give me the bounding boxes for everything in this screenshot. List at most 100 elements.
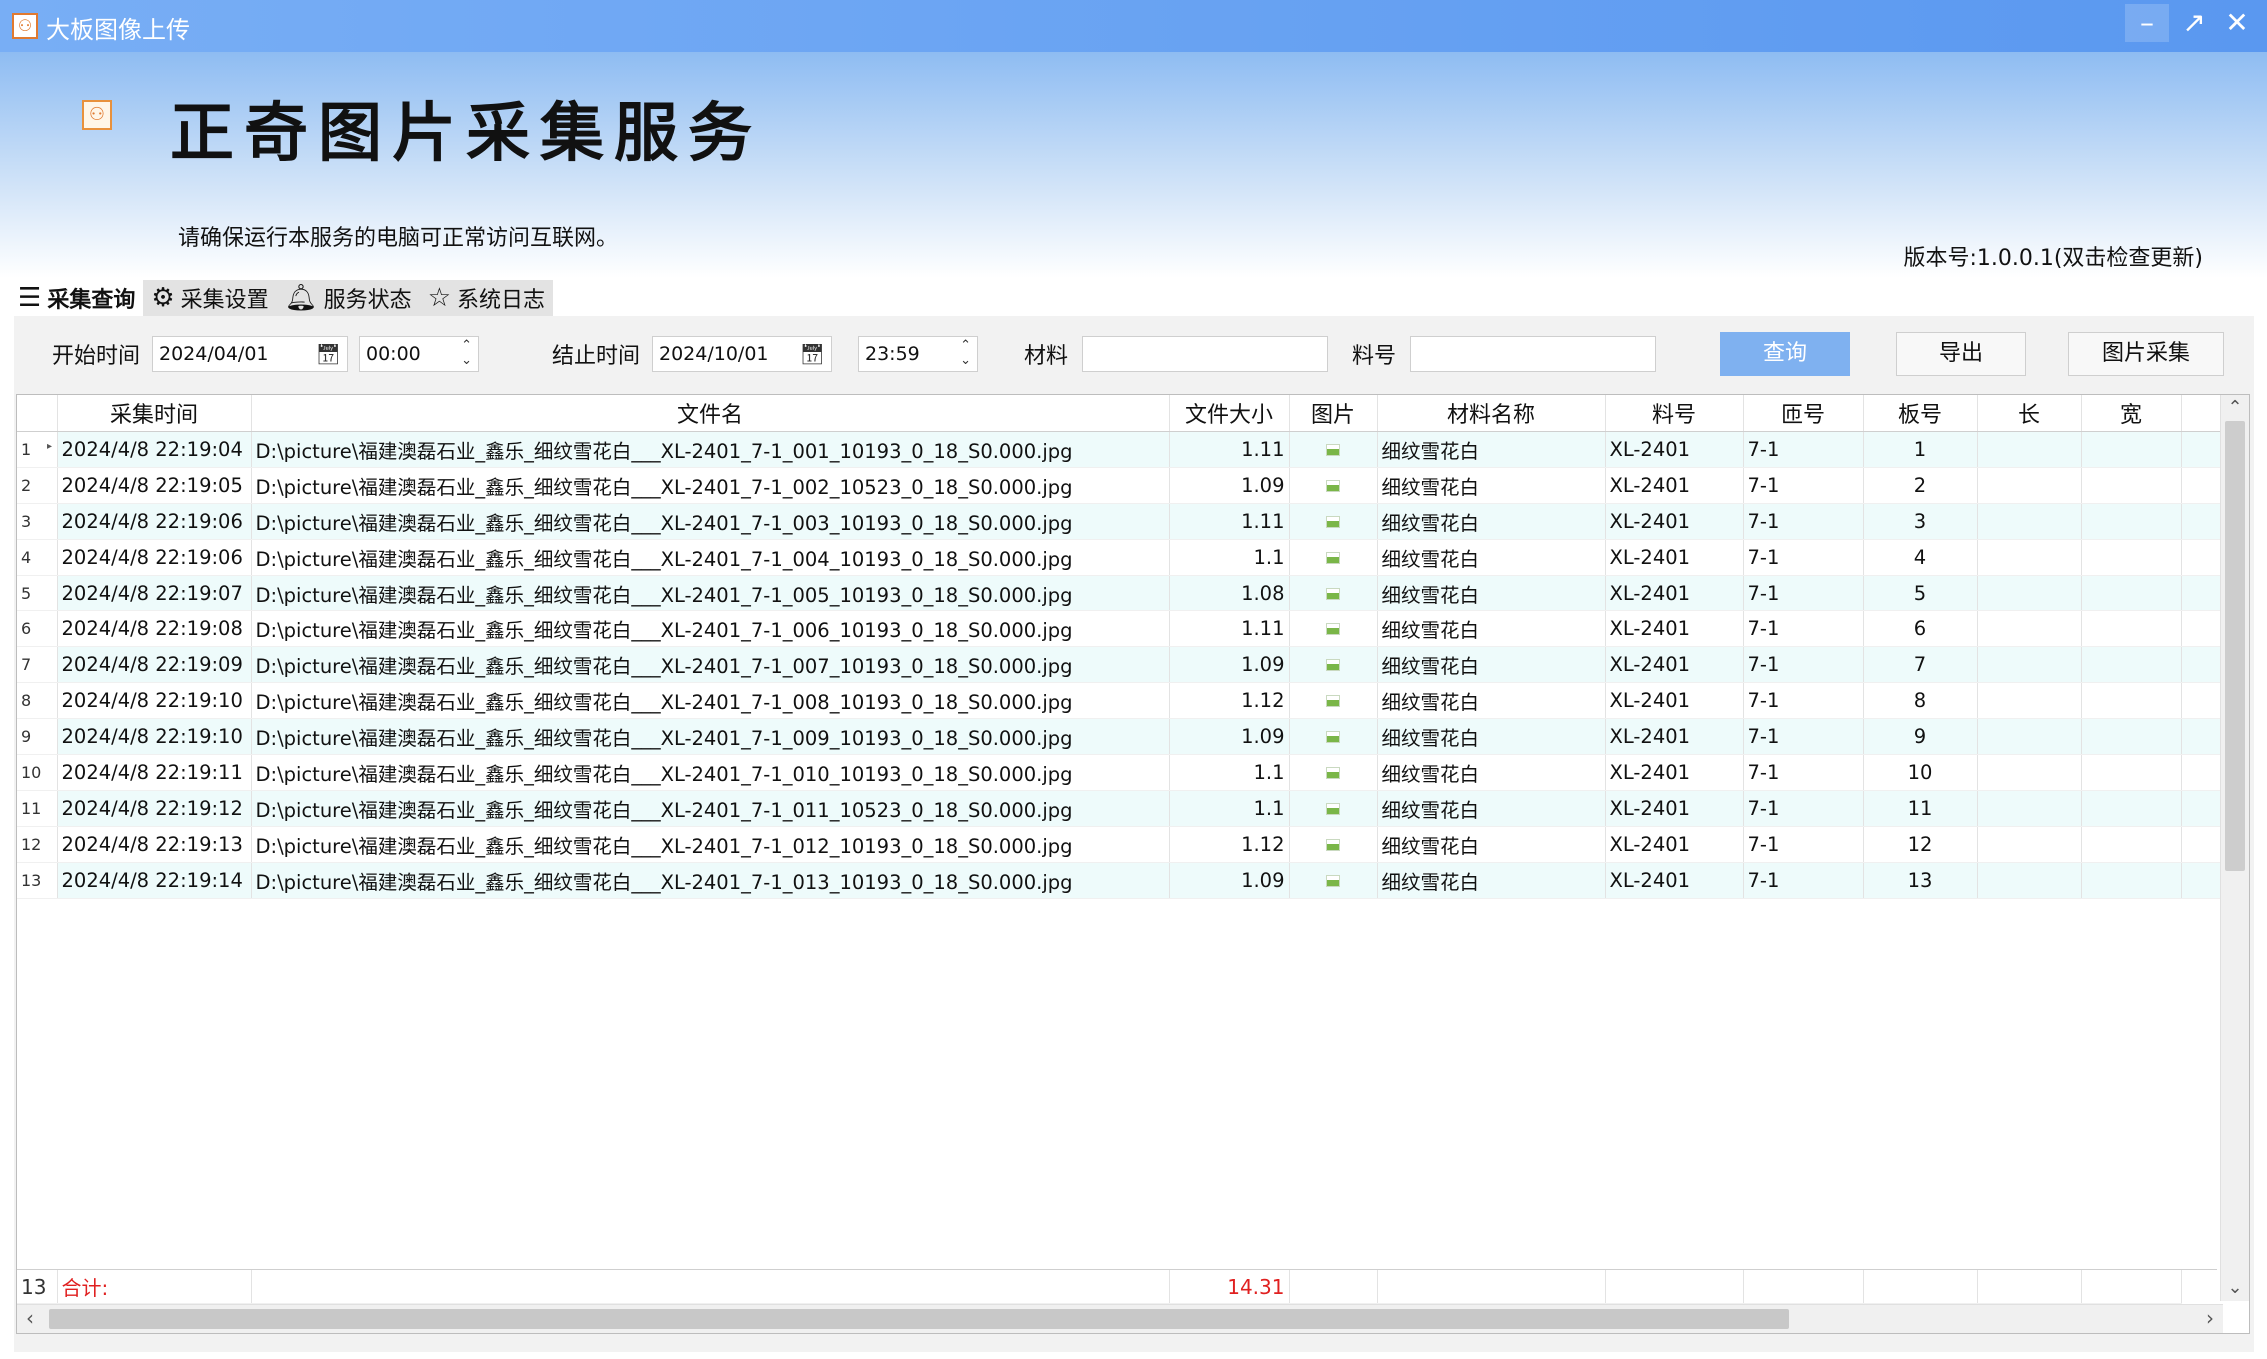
totals-empty: [1743, 1270, 1864, 1304]
image-thumbnail-icon[interactable]: [1326, 838, 1340, 851]
app-logo-icon: ⚇: [12, 13, 38, 39]
width-cell: [2081, 503, 2182, 540]
filler-cell: [2181, 646, 2222, 684]
image-thumbnail-icon[interactable]: [1326, 623, 1340, 636]
tab-capture-query[interactable]: ☰ 采集查询: [10, 280, 144, 316]
version-info[interactable]: 版本号:1.0.0.1(双击检查更新): [1903, 240, 2203, 272]
totals-empty: [2081, 1270, 2182, 1304]
table-row[interactable]: 1 ▸ 2024/4/8 22:19:04 D:\picture\福建澳磊石业_鑫乐_…: [17, 431, 2222, 468]
image-thumbnail-icon[interactable]: [1326, 766, 1340, 779]
width-cell: [2081, 646, 2182, 684]
tab-label: 采集设置: [180, 288, 269, 313]
vertical-scrollbar[interactable]: ⌃ ⌄: [2220, 395, 2249, 1301]
capture-records-grid[interactable]: 采集时间 文件名 文件大小 图片 材料名称 料号 匝号 板号 长 宽 1 ▸ 202…: [16, 394, 2250, 1334]
horizontal-scrollbar[interactable]: ‹ ›: [17, 1304, 2223, 1333]
spin-updown-icon[interactable]: ⌃ ⌄: [960, 338, 971, 368]
export-button[interactable]: 导出: [1896, 332, 2026, 376]
file-size-cell: 1.11: [1169, 610, 1290, 648]
image-capture-button[interactable]: 图片采集: [2068, 332, 2224, 376]
tab-system-log[interactable]: ☆ 系统日志: [419, 280, 554, 316]
gears-icon: ⚙: [151, 283, 175, 313]
maximize-button[interactable]: ↗: [2172, 4, 2216, 42]
slab-number-cell: 13: [1863, 862, 1978, 899]
file-size-cell: 1.11: [1169, 503, 1290, 540]
file-size-cell: 1.11: [1169, 431, 1290, 468]
image-thumbnail-icon[interactable]: [1326, 551, 1340, 564]
image-cell: [1289, 862, 1378, 899]
totals-row: 13 合计: 14.31: [17, 1269, 2217, 1304]
internet-notice: 请确保运行本服务的电脑可正常访问互联网。: [178, 226, 619, 251]
vertical-scroll-thumb[interactable]: [2225, 421, 2245, 871]
column-header[interactable]: 图片: [1289, 395, 1378, 432]
column-header[interactable]: 宽: [2081, 395, 2182, 432]
tab-capture-settings[interactable]: ⚙ 采集设置: [143, 280, 277, 316]
scroll-left-icon[interactable]: ‹: [17, 1305, 43, 1333]
close-button[interactable]: ✕: [2215, 4, 2259, 42]
capture-time-cell: 2024/4/8 22:19:04: [57, 431, 252, 468]
image-cell: [1289, 575, 1378, 612]
width-cell: [2081, 862, 2182, 899]
end-time-field[interactable]: 23:59 ⌃ ⌄: [858, 336, 978, 372]
start-time-field[interactable]: 00:00 ⌃ ⌄: [359, 336, 479, 372]
column-header[interactable]: 料号: [1605, 395, 1744, 432]
image-cell: [1289, 754, 1378, 791]
image-thumbnail-icon[interactable]: [1326, 443, 1340, 456]
column-header[interactable]: 板号: [1863, 395, 1978, 432]
calendar-icon[interactable]: 📅︎: [800, 337, 825, 371]
image-thumbnail-icon[interactable]: [1326, 874, 1340, 887]
row-index: 11: [17, 790, 58, 827]
spin-updown-icon[interactable]: ⌃ ⌄: [461, 338, 472, 368]
row-index: 10: [17, 754, 58, 791]
tab-service-status[interactable]: 🔔︎ 服务状态: [276, 280, 420, 316]
image-thumbnail-icon[interactable]: [1326, 479, 1340, 492]
image-thumbnail-icon[interactable]: [1326, 587, 1340, 600]
filler-cell: [2181, 718, 2222, 756]
scroll-up-icon[interactable]: ⌃: [2221, 395, 2249, 421]
filler-cell: [2181, 610, 2222, 648]
part-number-cell: XL-2401: [1605, 682, 1744, 720]
image-thumbnail-icon[interactable]: [1326, 515, 1340, 528]
end-date-field[interactable]: 2024/10/01 📅︎: [652, 336, 832, 372]
column-header[interactable]: 文件名: [251, 395, 1170, 432]
query-button[interactable]: 查询: [1720, 332, 1850, 376]
scroll-down-icon[interactable]: ⌄: [2221, 1275, 2249, 1301]
material-input[interactable]: [1082, 336, 1328, 372]
image-thumbnail-icon[interactable]: [1326, 731, 1340, 744]
column-header[interactable]: 材料名称: [1377, 395, 1606, 432]
image-thumbnail-icon[interactable]: [1326, 802, 1340, 815]
file-name-cell: D:\picture\福建澳磊石业_鑫乐_细纹雪花白___XL-2401_7-1…: [251, 862, 1170, 899]
table-row[interactable]: 12 2024/4/8 22:19:13 D:\picture\福建澳磊石业_鑫乐_…: [17, 826, 2222, 863]
column-header[interactable]: 采集时间: [57, 395, 252, 432]
image-thumbnail-icon[interactable]: [1326, 695, 1340, 708]
table-row[interactable]: 9 2024/4/8 22:19:10 D:\picture\福建澳磊石业_鑫乐_细…: [17, 718, 2222, 756]
part-number-input[interactable]: [1410, 336, 1656, 372]
table-row[interactable]: 8 2024/4/8 22:19:10 D:\picture\福建澳磊石业_鑫乐_细…: [17, 682, 2222, 720]
table-row[interactable]: 4 2024/4/8 22:19:06 D:\picture\福建澳磊石业_鑫乐_细…: [17, 539, 2222, 576]
minimize-button[interactable]: –: [2125, 4, 2169, 42]
table-row[interactable]: 13 2024/4/8 22:19:14 D:\picture\福建澳磊石业_鑫乐_…: [17, 862, 2222, 899]
capture-time-cell: 2024/4/8 22:19:11: [57, 754, 252, 791]
column-header[interactable]: 长: [1977, 395, 2082, 432]
horizontal-scroll-thumb[interactable]: [49, 1309, 1789, 1329]
start-date-field[interactable]: 2024/04/01 📅︎: [152, 336, 348, 372]
table-row[interactable]: 11 2024/4/8 22:19:12 D:\picture\福建澳磊石业_鑫乐_…: [17, 790, 2222, 827]
image-cell: [1289, 682, 1378, 720]
file-size-cell: 1.12: [1169, 826, 1290, 863]
table-row[interactable]: 6 2024/4/8 22:19:08 D:\picture\福建澳磊石业_鑫乐_细…: [17, 610, 2222, 648]
width-cell: [2081, 754, 2182, 791]
file-name-cell: D:\picture\福建澳磊石业_鑫乐_细纹雪花白___XL-2401_7-1…: [251, 467, 1170, 504]
table-row[interactable]: 7 2024/4/8 22:19:09 D:\picture\福建澳磊石业_鑫乐_细…: [17, 646, 2222, 684]
table-row[interactable]: 2 2024/4/8 22:19:05 D:\picture\福建澳磊石业_鑫乐_细…: [17, 467, 2222, 504]
scroll-right-icon[interactable]: ›: [2197, 1305, 2223, 1333]
table-row[interactable]: 10 2024/4/8 22:19:11 D:\picture\福建澳磊石业_鑫乐_…: [17, 754, 2222, 791]
image-thumbnail-icon[interactable]: [1326, 659, 1340, 672]
totals-empty: [251, 1270, 1170, 1304]
slab-number-cell: 4: [1863, 539, 1978, 576]
column-header[interactable]: 文件大小: [1169, 395, 1290, 432]
table-row[interactable]: 3 2024/4/8 22:19:06 D:\picture\福建澳磊石业_鑫乐_细…: [17, 503, 2222, 540]
row-index: 7: [17, 646, 58, 684]
column-header[interactable]: 匝号: [1743, 395, 1864, 432]
calendar-icon[interactable]: 📅︎: [316, 337, 341, 371]
table-row[interactable]: 5 2024/4/8 22:19:07 D:\picture\福建澳磊石业_鑫乐_细…: [17, 575, 2222, 612]
file-size-cell: 1.09: [1169, 718, 1290, 756]
